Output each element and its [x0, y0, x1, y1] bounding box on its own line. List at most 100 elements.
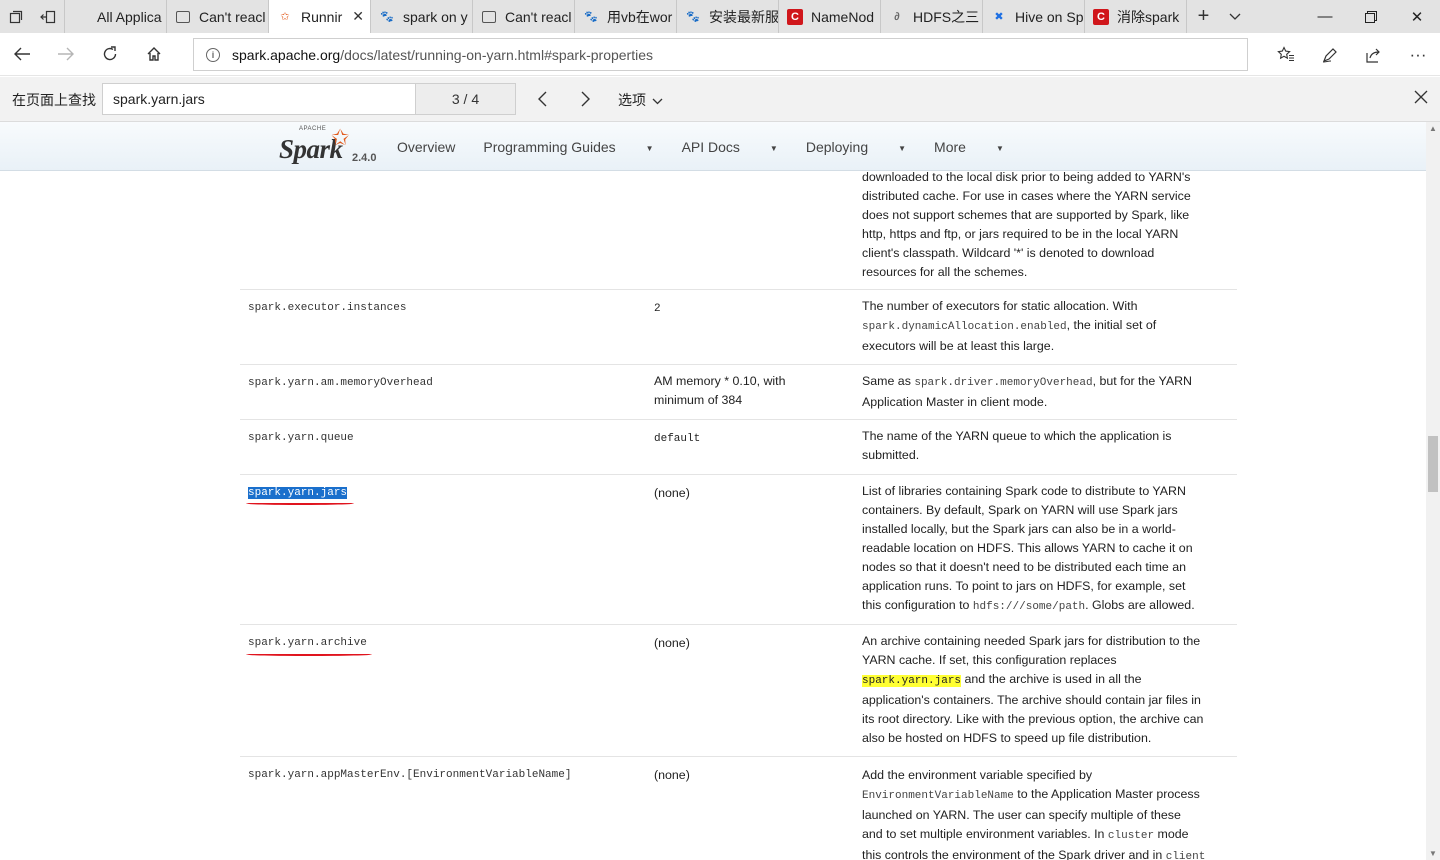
csdn-c-icon: C [1093, 8, 1109, 25]
menu-api-docs[interactable]: API Docs ▼ [682, 139, 778, 155]
find-options-button[interactable]: 选项 [618, 90, 663, 110]
tab-remove-spark[interactable]: C 消除spark [1084, 0, 1186, 33]
close-find-icon[interactable] [1414, 88, 1428, 109]
forward-arrow-icon[interactable] [44, 33, 88, 76]
share-icon[interactable] [1352, 33, 1396, 76]
desc-text: this controls the environment of the Spa… [862, 848, 1166, 860]
desc-line: launched on YARN. The user can specify m… [862, 808, 1181, 822]
desc-line: does not support schemes that are suppor… [862, 208, 1190, 222]
desc-line: An archive containing needed Spark jars … [862, 634, 1201, 648]
find-previous-chevron-icon[interactable] [527, 85, 557, 113]
tab-vb-word[interactable]: 🐾 用vb在wor [574, 0, 676, 33]
menu-label: More [934, 139, 966, 155]
tab-hdfs[interactable]: ∂ HDFS之三 [880, 0, 982, 33]
address-bar[interactable]: i spark.apache.org/docs/latest/running-o… [193, 38, 1248, 71]
tab-label: 安装最新服 [709, 8, 778, 25]
menu-label: Deploying [805, 139, 869, 155]
new-tab-plus-icon[interactable]: + [1186, 0, 1220, 33]
scroll-down-arrow-icon[interactable]: ▼ [1429, 849, 1437, 858]
desc-line: also be hosted on HDFS to speed up file … [862, 731, 1152, 745]
minimize-icon[interactable]: — [1302, 0, 1348, 33]
menu-overview[interactable]: Overview [397, 139, 455, 155]
inline-code: EnvironmentVariableName [862, 790, 1014, 802]
desc-text: , but for the YARN [1092, 374, 1192, 388]
desc-line: The number of executors for static alloc… [862, 299, 1138, 313]
property-description: List of libraries containing Spark code … [862, 482, 1234, 617]
desc-text: and to set multiple environment variable… [862, 827, 1108, 841]
x-logo-icon: ✖ [994, 11, 1004, 23]
default-line: AM memory * 0.10, with [654, 374, 786, 388]
more-dots-icon[interactable]: ··· [1396, 33, 1440, 76]
property-description: downloaded to the local disk prior to be… [862, 168, 1234, 282]
desc-line: its root directory. Like with the previo… [862, 712, 1204, 726]
menu-deploying[interactable]: Deploying ▼ [806, 139, 906, 155]
tab-cant-reach-1[interactable]: Can't reacl [166, 0, 268, 33]
table-row: spark.yarn.archive (none) An archive con… [240, 624, 1237, 756]
tab-namenode[interactable]: C NameNod [778, 0, 880, 33]
find-options-label: 选项 [618, 92, 646, 108]
menu-label: API Docs [681, 139, 740, 155]
restore-icon[interactable] [1348, 0, 1394, 33]
desc-line: readable location on HDFS. This allows Y… [862, 541, 1193, 555]
desc-line: this configuration to hdfs:///some/path.… [862, 596, 1234, 617]
wrench-icon: ∂ [894, 10, 900, 23]
desc-line: this controls the environment of the Spa… [862, 846, 1234, 860]
desc-line: and to set multiple environment variable… [862, 825, 1234, 846]
table-row: spark.yarn.jars (none) List of libraries… [240, 474, 1237, 624]
desc-line: Application Master in client mode. [862, 395, 1048, 409]
property-description: An archive containing needed Spark jars … [862, 632, 1234, 748]
desc-line: executors will be at least this large. [862, 339, 1055, 353]
desc-line: application runs. To point to jars on HD… [862, 579, 1186, 593]
desc-line: http, https and ftp, or jars required to… [862, 227, 1179, 241]
pen-icon[interactable] [1308, 33, 1352, 76]
inline-code: spark.driver.memoryOverhead [914, 377, 1093, 389]
set-aside-tabs-icon[interactable] [32, 0, 64, 33]
refresh-icon[interactable] [88, 33, 132, 76]
property-description: The number of executors for static alloc… [862, 297, 1234, 356]
property-description: Add the environment variable specified b… [862, 766, 1234, 860]
url-host: spark.apache.org [232, 46, 341, 63]
back-arrow-icon[interactable] [0, 33, 44, 76]
toolbar-right: ··· [1264, 33, 1440, 76]
table-row: downloaded to the local disk prior to be… [240, 168, 1237, 289]
tab-all-applications[interactable]: All Applica [64, 0, 166, 33]
tab-hive-on-spark[interactable]: ✖ Hive on Sp [982, 0, 1084, 33]
tab-label: 用vb在wor [607, 8, 673, 25]
inline-code: spark.dynamicAllocation.enabled [862, 321, 1067, 333]
tab-manager-icon[interactable] [0, 0, 32, 33]
tab-spark-on-yarn[interactable]: 🐾 spark on y [370, 0, 472, 33]
close-tab-icon[interactable]: ✕ [349, 8, 364, 25]
find-label: 在页面上查找 [12, 92, 96, 108]
scrollbar-thumb[interactable] [1428, 436, 1438, 492]
tab-running-on-yarn[interactable]: ✩ Runnir ✕ [268, 0, 370, 33]
red-underline-annotation [246, 653, 372, 656]
close-window-icon[interactable]: ✕ [1394, 0, 1440, 33]
property-default: 2 [654, 303, 661, 315]
find-match: spark.yarn.jars [862, 675, 962, 687]
find-next-chevron-icon[interactable] [571, 85, 601, 113]
table-row: spark.executor.instances 2 The number of… [240, 289, 1237, 364]
menu-more[interactable]: More ▼ [934, 139, 1004, 155]
property-default: (none) [654, 636, 690, 650]
desc-text: mode [1154, 827, 1189, 841]
url-path: /docs/latest/running-on-yarn.html#spark-… [340, 46, 653, 63]
chevron-down-icon[interactable] [1220, 0, 1250, 33]
spark-menu: Overview Programming Guides ▼ API Docs ▼ D… [397, 139, 1032, 155]
spark-star-icon: ✩ [331, 125, 350, 150]
favorites-star-icon[interactable] [1264, 33, 1308, 76]
desc-text: , the initial set of [1066, 318, 1157, 332]
property-default: (none) [654, 768, 690, 782]
scroll-up-arrow-icon[interactable]: ▲ [1429, 124, 1437, 133]
tab-cant-reach-2[interactable]: Can't reacl [472, 0, 574, 33]
baidu-paw-icon: 🐾 [380, 11, 394, 23]
site-info-icon[interactable]: i [206, 47, 220, 62]
page-scrollbar[interactable]: ▲ ▼ [1426, 122, 1440, 860]
inline-code: cluster [1107, 830, 1155, 842]
menu-programming-guides[interactable]: Programming Guides ▼ [483, 139, 653, 155]
home-icon[interactable] [132, 33, 176, 76]
find-input[interactable] [102, 83, 416, 115]
caret-down-icon: ▼ [769, 143, 778, 153]
property-name: spark.yarn.queue [248, 432, 354, 444]
desc-text: to the Application Master process [1013, 787, 1200, 801]
tab-install-latest[interactable]: 🐾 安装最新服 [676, 0, 778, 33]
